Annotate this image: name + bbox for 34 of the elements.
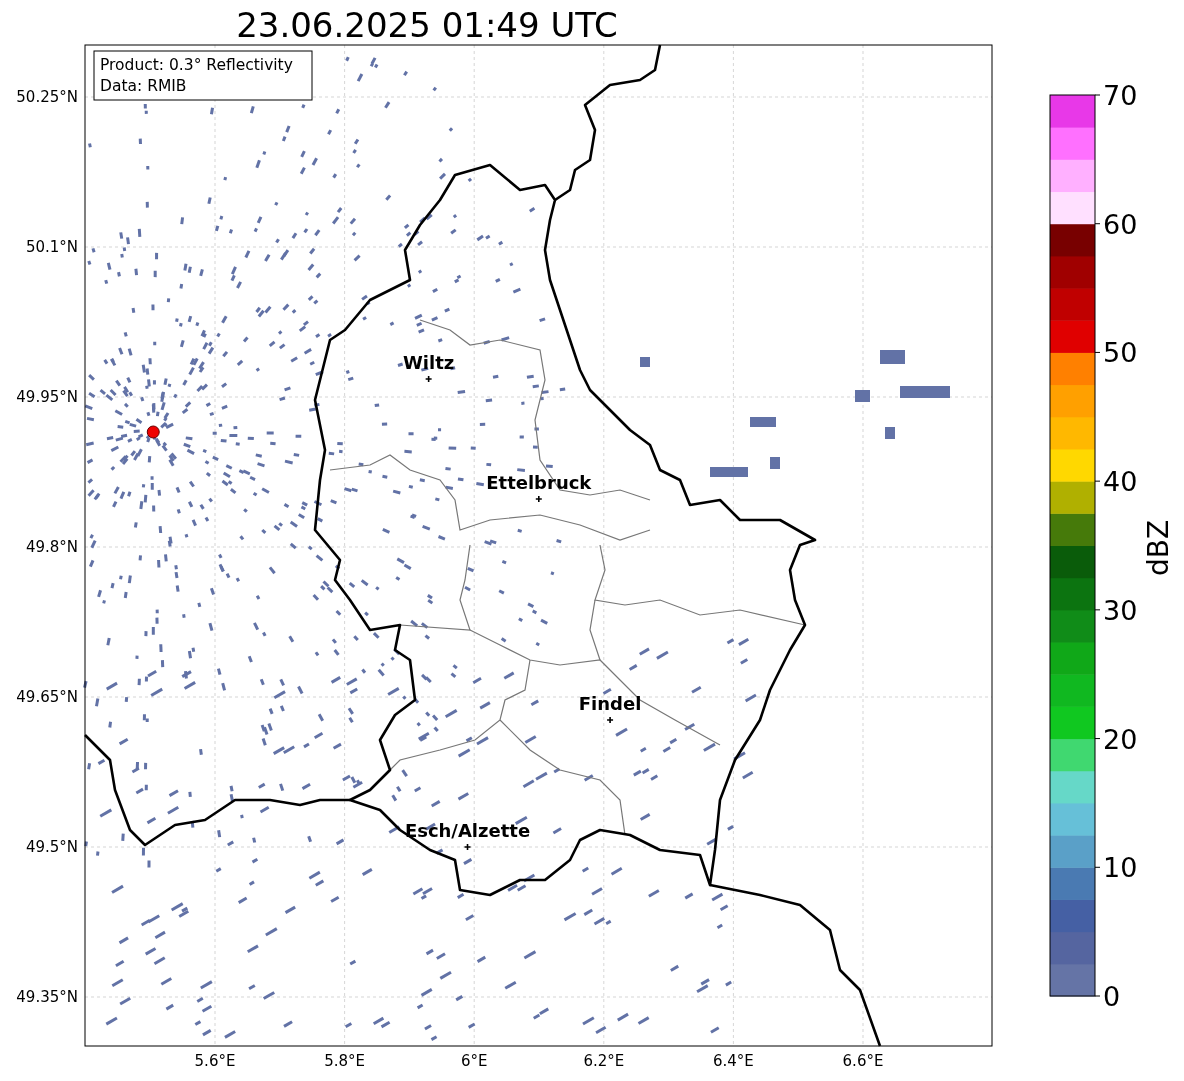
radar-site-marker [146, 425, 160, 439]
longitude-label: 5.8°E [324, 1052, 365, 1070]
longitude-label: 6.6°E [842, 1052, 884, 1070]
colorbar-tick-label: 10 [1103, 852, 1138, 884]
colorbar-tick-label: 40 [1103, 466, 1138, 498]
colorbar-tick-label: 60 [1103, 208, 1138, 240]
city-marker-icon [535, 495, 543, 503]
city-label: Esch/Alzette [404, 820, 531, 841]
colorbar-tick-label: 50 [1103, 337, 1138, 369]
latitude-label: 49.35°N [16, 988, 78, 1006]
longitude-label: 6.2°E [583, 1052, 625, 1070]
info-text: Data: RMIB [100, 77, 187, 95]
colorbar-tick-label: 0 [1103, 981, 1121, 1012]
longitude-label: 6°E [460, 1052, 488, 1070]
city-marker-icon [424, 375, 433, 383]
latitude-label: 49.5°N [25, 838, 78, 856]
city-marker-icon [463, 843, 472, 851]
city-marker-icon [606, 716, 614, 724]
latitude-label: 49.65°N [16, 688, 78, 706]
city-label: Findel [578, 693, 642, 714]
longitude-label: 6.4°E [713, 1052, 754, 1070]
colorbar-tick-label: 30 [1103, 594, 1138, 626]
city-label: Ettelbruck [486, 472, 592, 493]
latitude-label: 50.1°N [25, 238, 78, 256]
info-text: Product: 0.3° Reflectivity [100, 56, 293, 74]
colorbar-tick-label: 20 [1103, 723, 1138, 755]
latitude-label: 50.25°N [16, 88, 78, 106]
latitude-label: 49.95°N [16, 388, 78, 406]
latitude-label: 49.8°N [25, 538, 78, 556]
chart-title: 23.06.2025 01:49 UTC [236, 5, 618, 45]
colorbar-label: dBZ [1142, 519, 1175, 577]
city-label: Wiltz [403, 352, 455, 373]
longitude-label: 5.6°E [194, 1052, 236, 1070]
colorbar-tick-label: 70 [1103, 80, 1138, 111]
